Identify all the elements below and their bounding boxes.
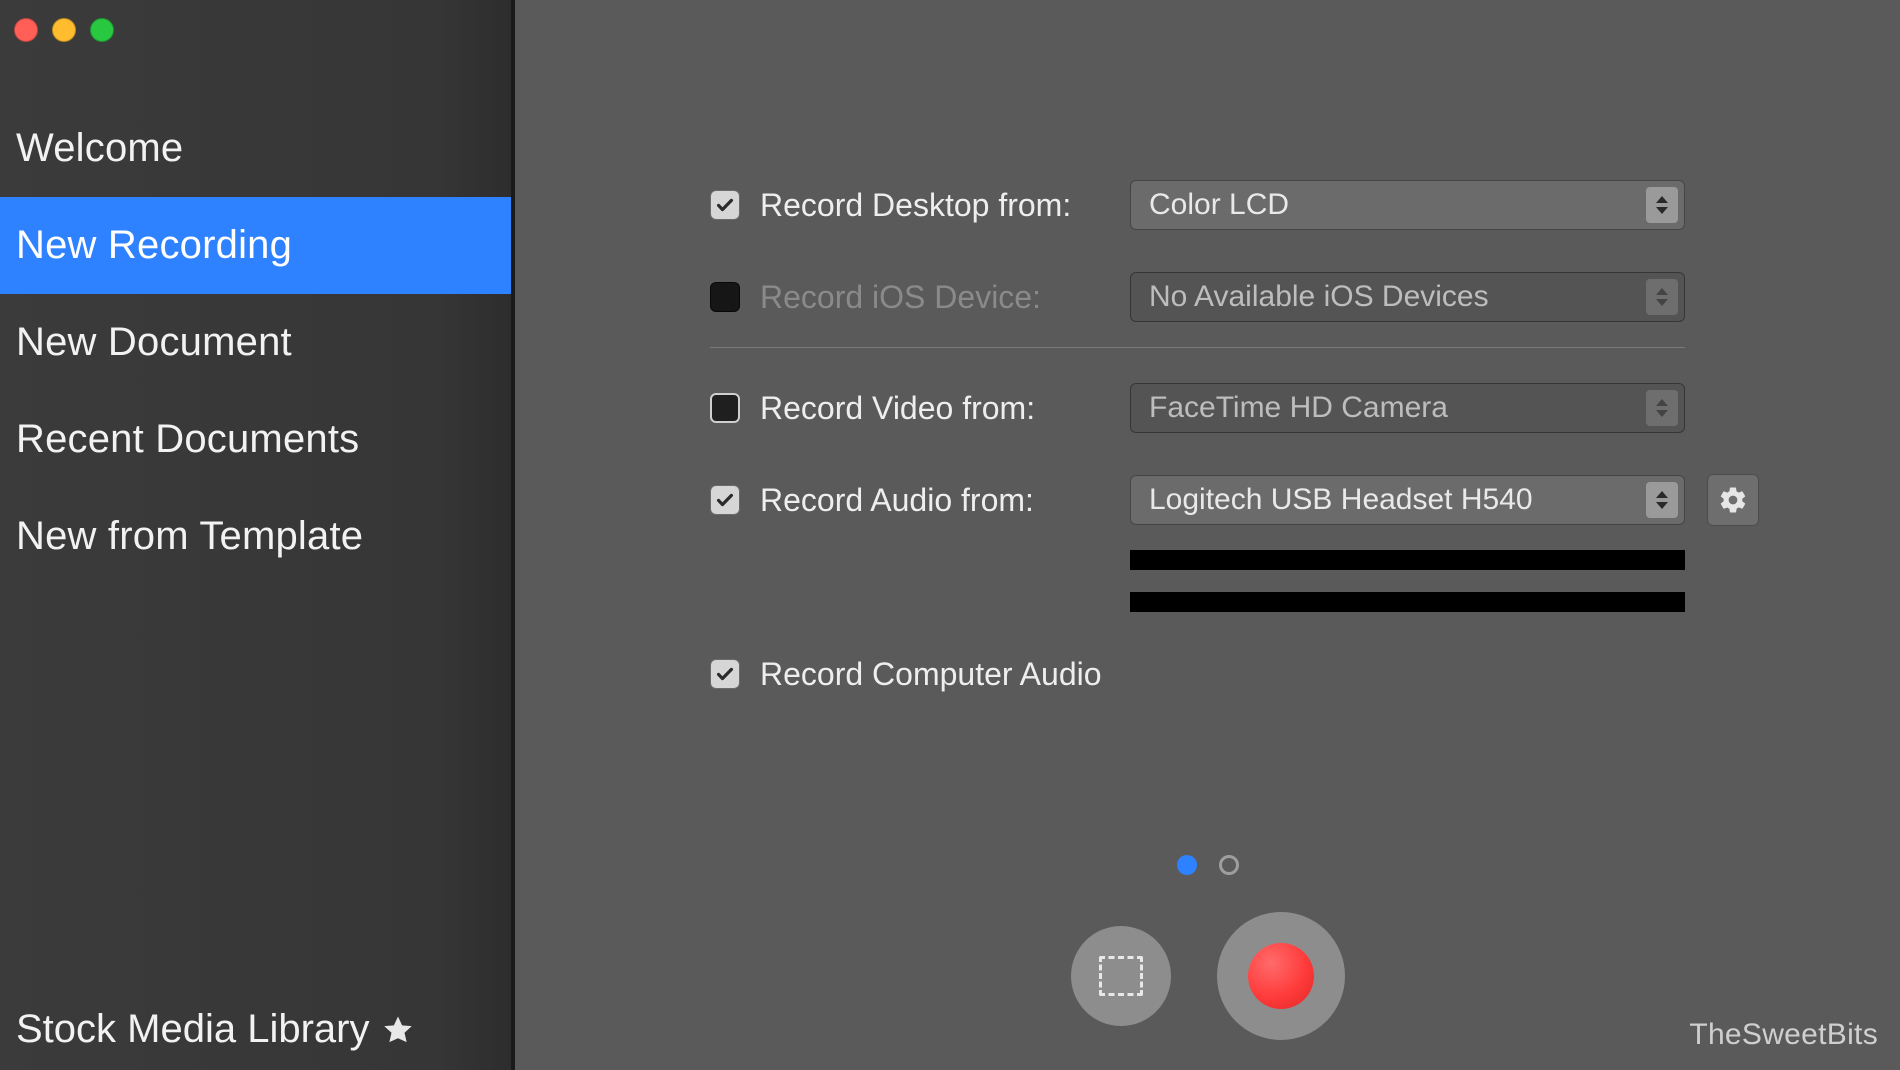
stepper-icon [1646,187,1678,223]
page-dot-1[interactable] [1177,855,1197,875]
checkbox-record-computer-audio[interactable] [710,659,740,689]
select-ios-value: No Available iOS Devices [1149,280,1489,314]
stock-media-row[interactable]: Stock Media Library [0,1007,511,1052]
select-audio-value: Logitech USB Headset H540 [1149,483,1533,517]
label-record-audio: Record Audio from: [760,482,1130,519]
checkbox-record-ios [710,282,740,312]
option-row-ios: Record iOS Device: No Available iOS Devi… [710,267,1900,327]
option-row-video: Record Video from: FaceTime HD Camera [710,378,1900,438]
select-audio-source[interactable]: Logitech USB Headset H540 [1130,475,1685,525]
zoom-window-button[interactable] [90,18,114,42]
checkbox-record-desktop[interactable] [710,190,740,220]
label-record-computer-audio: Record Computer Audio [760,656,1102,693]
audio-settings-button[interactable] [1707,474,1759,526]
option-row-audio: Record Audio from: Logitech USB Headset … [710,470,1900,530]
audio-level-bar [1130,592,1685,612]
stock-media-label: Stock Media Library [16,1007,369,1052]
sidebar-item-new-document[interactable]: New Document [0,294,511,391]
select-video-source[interactable]: FaceTime HD Camera [1130,383,1685,433]
app-window: Welcome New Recording New Document Recen… [0,0,1900,1070]
record-icon [1248,943,1314,1009]
label-record-ios: Record iOS Device: [760,279,1130,316]
select-desktop-source[interactable]: Color LCD [1130,180,1685,230]
option-row-computer-audio: Record Computer Audio [710,644,1900,704]
selection-icon [1099,956,1143,996]
footer-actions [1071,912,1345,1040]
sidebar-item-new-from-template[interactable]: New from Template [0,488,511,585]
select-area-button[interactable] [1071,926,1171,1026]
window-controls [0,0,511,42]
page-indicator [1177,855,1239,875]
minimize-window-button[interactable] [52,18,76,42]
sidebar: Welcome New Recording New Document Recen… [0,0,515,1070]
page-dot-2[interactable] [1219,855,1239,875]
checkbox-record-audio[interactable] [710,485,740,515]
close-window-button[interactable] [14,18,38,42]
stepper-icon [1646,279,1678,315]
stepper-icon [1646,390,1678,426]
option-row-desktop: Record Desktop from: Color LCD [710,175,1900,235]
sidebar-item-welcome[interactable]: Welcome [0,100,511,197]
select-ios-source: No Available iOS Devices [1130,272,1685,322]
main-panel: Record Desktop from: Color LCD Record iO… [515,0,1900,1070]
label-record-desktop: Record Desktop from: [760,187,1130,224]
start-record-button[interactable] [1217,912,1345,1040]
gear-icon [1718,485,1748,515]
sidebar-item-new-recording[interactable]: New Recording [0,197,511,294]
sidebar-nav: Welcome New Recording New Document Recen… [0,100,511,585]
stepper-icon [1646,482,1678,518]
audio-level-bar [1130,550,1685,570]
checkbox-record-video[interactable] [710,393,740,423]
label-record-video: Record Video from: [760,390,1130,427]
audio-level-meter [1130,550,1685,612]
select-desktop-value: Color LCD [1149,188,1289,222]
divider [710,347,1685,348]
select-video-value: FaceTime HD Camera [1149,391,1448,425]
watermark-text: TheSweetBits [1689,1018,1878,1052]
recording-options: Record Desktop from: Color LCD Record iO… [710,175,1900,736]
star-icon [381,1013,415,1047]
sidebar-item-recent-documents[interactable]: Recent Documents [0,391,511,488]
